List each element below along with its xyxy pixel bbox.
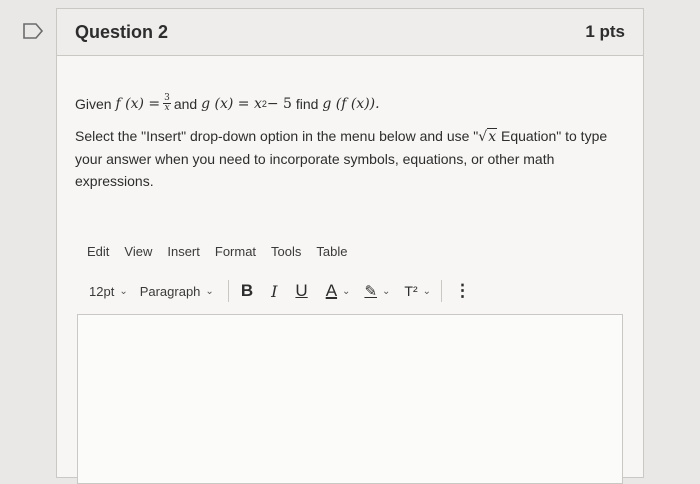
instructions: Select the "Insert" drop-down option in …	[75, 125, 623, 192]
menu-edit[interactable]: Edit	[87, 244, 109, 259]
italic-button[interactable]: I	[271, 282, 277, 301]
menu-view[interactable]: View	[124, 244, 152, 259]
target-expression: g (f (x)).	[322, 95, 380, 112]
chevron-down-icon: ⌄	[205, 285, 214, 297]
sqrt-icon: √x	[478, 128, 498, 145]
question-points: 1 pts	[585, 22, 625, 41]
fraction-denominator: x	[164, 103, 170, 113]
menu-table[interactable]: Table	[316, 244, 347, 259]
superscript-button[interactable]: T² ⌄	[404, 283, 431, 299]
editor-menubar: Edit View Insert Format Tools Table	[75, 244, 625, 259]
superscript-icon: T²	[404, 283, 418, 299]
block-format-value: Paragraph	[139, 283, 201, 299]
question-title: Question 2	[75, 21, 169, 42]
chevron-down-icon: ⌄	[342, 285, 351, 297]
question-card: Question 2 1 pts Given f (x) = 3 x and g…	[56, 8, 644, 484]
editor-toolbar: 12pt ⌄ Paragraph ⌄ B I U A ⌄ ✎ ⌄ T² ⌄ ⋮	[75, 279, 625, 303]
highlight-button[interactable]: ✎ ⌄	[364, 282, 390, 300]
text-color-button[interactable]: A ⌄	[326, 281, 351, 301]
answer-editor[interactable]	[77, 314, 623, 484]
menu-format[interactable]: Format	[215, 244, 256, 259]
text-color-icon: A	[325, 281, 338, 300]
f-expression: f (x) =	[115, 95, 161, 112]
menu-tools[interactable]: Tools	[271, 244, 301, 259]
font-size-select[interactable]: 12pt ⌄	[89, 284, 128, 299]
and-word: and	[173, 95, 198, 112]
g-expression: g (x) = x	[201, 95, 262, 112]
highlight-icon: ✎	[364, 283, 378, 300]
question-prompt: Given f (x) = 3 x and g (x) = x 2 − 5 fi…	[75, 94, 625, 113]
chevron-down-icon: ⌄	[422, 285, 432, 297]
bold-button[interactable]: B	[241, 281, 253, 301]
bookmark-icon[interactable]	[22, 22, 44, 40]
toolbar-divider	[227, 280, 229, 302]
given-word: Given	[75, 95, 112, 112]
minus-five: − 5	[266, 95, 292, 112]
sqrt-argument: x	[487, 128, 498, 145]
font-size-value: 12pt	[89, 283, 115, 299]
chevron-down-icon: ⌄	[119, 285, 128, 297]
instructions-part1: Select the "Insert" drop-down option in …	[75, 128, 479, 144]
underline-button[interactable]: U	[295, 281, 307, 301]
more-options-icon[interactable]: ⋮	[454, 281, 471, 301]
menu-insert[interactable]: Insert	[167, 244, 200, 259]
fraction: 3 x	[163, 94, 171, 113]
chevron-down-icon: ⌄	[382, 285, 391, 297]
find-word: find	[295, 95, 319, 112]
block-format-select[interactable]: Paragraph ⌄	[140, 284, 214, 299]
toolbar-divider	[441, 280, 443, 302]
question-header: Question 2 1 pts	[57, 9, 643, 56]
